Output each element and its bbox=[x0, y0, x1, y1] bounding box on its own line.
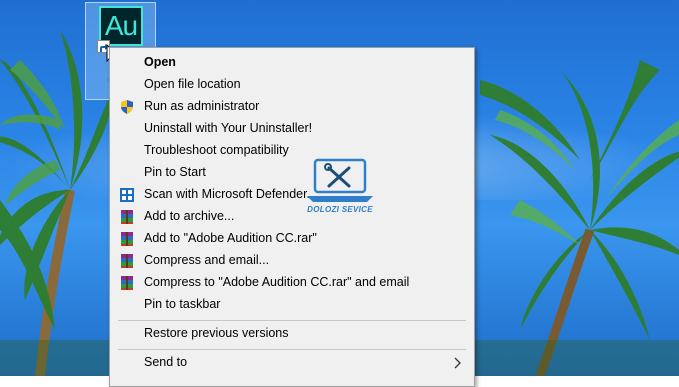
winrar-icon bbox=[121, 232, 133, 246]
menu-item-restore-previous-versions[interactable]: Restore previous versions bbox=[110, 323, 474, 345]
menu-item-troubleshoot[interactable]: Troubleshoot compatibility bbox=[110, 140, 474, 162]
menu-item-label: Uninstall with Your Uninstaller! bbox=[144, 121, 313, 135]
menu-item-uninstall[interactable]: Uninstall with Your Uninstaller! bbox=[110, 118, 474, 140]
menu-item-pin-to-start[interactable]: Pin to Start bbox=[110, 162, 474, 184]
defender-icon bbox=[120, 188, 134, 202]
menu-item-send-to[interactable]: Send to bbox=[110, 352, 474, 374]
menu-item-compress-to-rar-and-email[interactable]: Compress to "Adobe Audition CC.rar" and … bbox=[110, 272, 474, 294]
menu-item-label: Scan with Microsoft Defender... bbox=[144, 187, 317, 201]
winrar-icon bbox=[121, 276, 133, 290]
winrar-icon bbox=[121, 254, 133, 268]
menu-item-label: Send to bbox=[144, 355, 188, 369]
uac-shield-icon bbox=[121, 100, 133, 114]
menu-item-scan-defender[interactable]: Scan with Microsoft Defender... bbox=[110, 184, 474, 206]
menu-item-label: Open bbox=[144, 55, 176, 69]
watermark: DOLOZI SEVICE bbox=[297, 158, 383, 216]
chevron-right-icon bbox=[454, 357, 461, 369]
watermark-text: DOLOZI SEVICE bbox=[307, 205, 373, 214]
winrar-icon bbox=[121, 210, 133, 224]
context-menu: Open Open file location Run as administr… bbox=[109, 47, 475, 387]
menu-item-open[interactable]: Open bbox=[110, 52, 474, 74]
menu-item-label: Pin to taskbar bbox=[144, 297, 221, 311]
menu-item-label: Troubleshoot compatibility bbox=[144, 143, 289, 157]
laptop-tools-icon bbox=[307, 158, 373, 202]
menu-separator bbox=[118, 320, 466, 321]
menu-item-label: Run as administrator bbox=[144, 99, 260, 113]
menu-item-label: Restore previous versions bbox=[144, 326, 289, 340]
menu-item-pin-to-taskbar[interactable]: Pin to taskbar bbox=[110, 294, 474, 316]
menu-item-label: Add to "Adobe Audition CC.rar" bbox=[144, 231, 317, 245]
menu-separator bbox=[118, 349, 466, 350]
menu-item-run-as-administrator[interactable]: Run as administrator bbox=[110, 96, 474, 118]
menu-item-compress-and-email[interactable]: Compress and email... bbox=[110, 250, 474, 272]
menu-item-add-to-rar[interactable]: Add to "Adobe Audition CC.rar" bbox=[110, 228, 474, 250]
menu-item-label: Pin to Start bbox=[144, 165, 206, 179]
menu-item-label: Open file location bbox=[144, 77, 241, 91]
menu-item-open-file-location[interactable]: Open file location bbox=[110, 74, 474, 96]
menu-item-label: Compress and email... bbox=[144, 253, 270, 267]
menu-item-label: Compress to "Adobe Audition CC.rar" and … bbox=[144, 275, 410, 289]
menu-item-label: Add to archive... bbox=[144, 209, 235, 223]
menu-item-add-to-archive[interactable]: Add to archive... bbox=[110, 206, 474, 228]
